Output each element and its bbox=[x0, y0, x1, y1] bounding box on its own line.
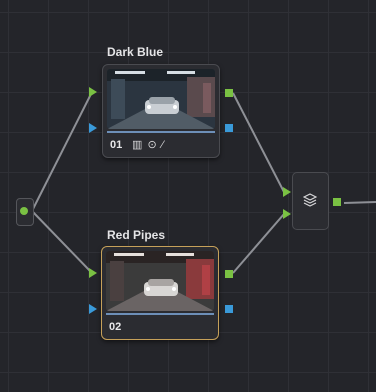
node2-output-key-port[interactable] bbox=[225, 305, 233, 313]
node-tools-icons: ▥ ⊙ ⁄ bbox=[132, 139, 165, 151]
node-footer-bar bbox=[107, 131, 215, 133]
layers-icon bbox=[302, 193, 318, 210]
node1-output-rgb-port[interactable] bbox=[225, 89, 233, 97]
mixer-input-2-port[interactable] bbox=[283, 209, 291, 219]
node1-input-key-port[interactable] bbox=[89, 123, 97, 133]
node1-output-key-port[interactable] bbox=[225, 124, 233, 132]
node-dark-blue[interactable]: 01 ▥ ⊙ ⁄ bbox=[102, 64, 220, 158]
node2-output-rgb-port[interactable] bbox=[225, 270, 233, 278]
node-number: 01 bbox=[110, 139, 123, 151]
node2-input-rgb-port[interactable] bbox=[89, 268, 97, 278]
mixer-output-port[interactable] bbox=[333, 198, 341, 206]
layer-mixer-node[interactable] bbox=[292, 172, 329, 230]
node-thumbnail bbox=[106, 251, 214, 311]
node-footer-bar bbox=[106, 313, 214, 315]
node1-input-rgb-port[interactable] bbox=[89, 87, 97, 97]
source-input-node[interactable] bbox=[16, 198, 34, 226]
node-label-dark-blue: Dark Blue bbox=[107, 45, 164, 59]
node-thumbnail bbox=[107, 69, 215, 129]
node2-input-key-port[interactable] bbox=[89, 304, 97, 314]
source-output-port[interactable] bbox=[20, 207, 28, 215]
mixer-input-1-port[interactable] bbox=[283, 187, 291, 197]
node-number: 02 bbox=[109, 321, 122, 333]
node-label-red-pipes: Red Pipes bbox=[107, 228, 166, 242]
node-red-pipes[interactable]: 02 bbox=[101, 246, 219, 340]
